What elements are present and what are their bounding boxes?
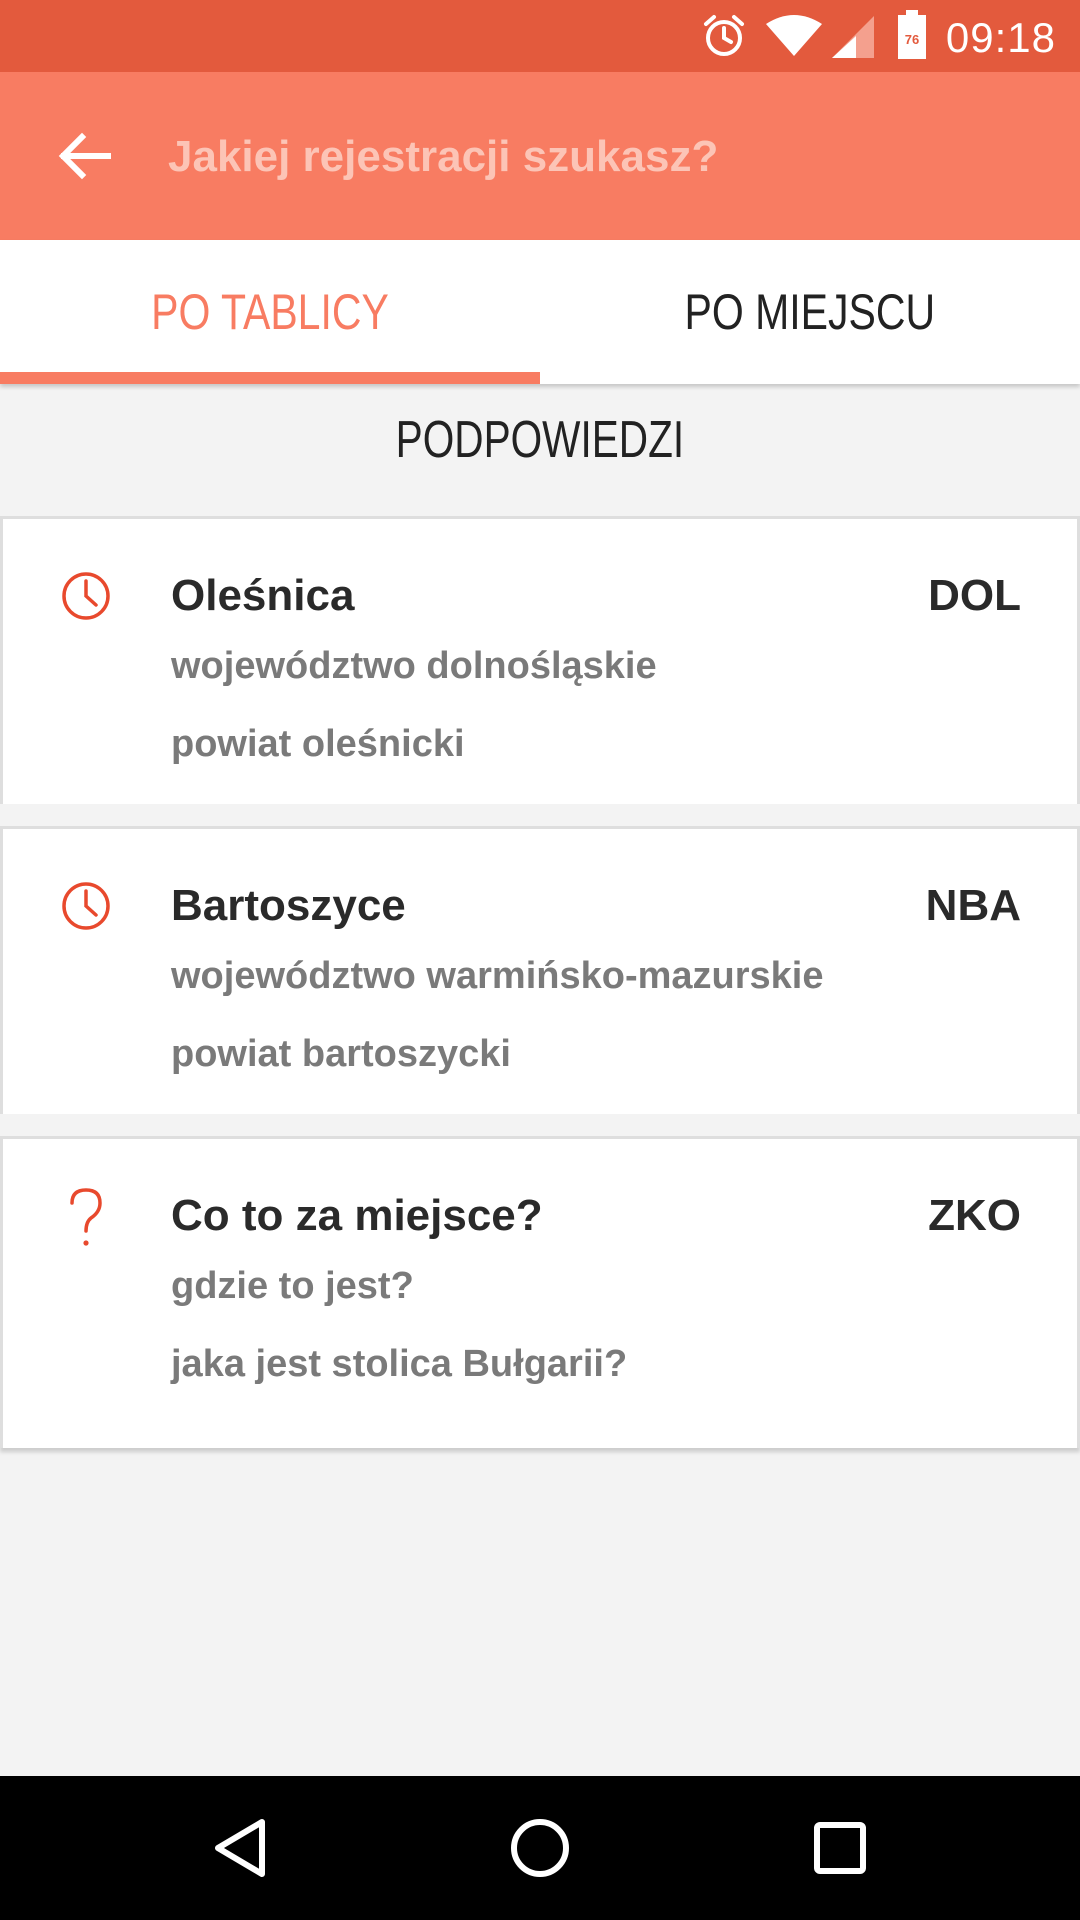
recents-square-icon [814,1822,866,1874]
suggestion-title: Bartoszyce [171,881,406,930]
back-button[interactable] [40,116,130,196]
suggestion-title: Oleśnica [171,571,355,620]
nav-recents-button[interactable] [800,1808,880,1888]
suggestion-code: DOL [928,571,1021,620]
tab-po-miejscu[interactable]: PO MIEJSCU [540,240,1080,384]
suggestion-item[interactable]: Oleśnica DOL województwo dolnośląskie po… [0,516,1080,804]
tab-label: PO MIEJSCU [684,284,936,340]
suggestion-district: powiat bartoszycki [171,1033,511,1075]
nav-home-button[interactable] [500,1808,580,1888]
wifi-icon [766,15,822,56]
suggestion-item[interactable]: Bartoszyce NBA województwo warmińsko-maz… [0,826,1080,1114]
clock-icon [62,572,110,620]
arrow-left-icon [58,132,111,180]
section-header: PODPOWIEDZI [0,410,1080,490]
tab-label: PO TABLICY [151,284,389,340]
suggestion-code: NBA [925,881,1021,930]
app-bar [0,72,1080,240]
signal-icon [832,16,874,58]
suggestion-district: powiat oleśnicki [171,723,465,765]
tab-po-tablicy[interactable]: PO TABLICY [0,240,540,384]
tab-bar: PO TABLICY PO MIEJSCU [0,240,1080,384]
search-input[interactable] [168,122,1028,192]
back-triangle-icon [215,1819,265,1877]
clock-time: 09:18 [945,14,1056,61]
active-tab-indicator [0,372,540,384]
battery-icon: 76 [898,10,926,59]
status-bar: 76 09:18 [0,0,1080,72]
screen: 76 09:18 PO TABLICY PO MIEJSCU PODPOWIED… [0,0,1080,1920]
suggestion-region: województwo dolnośląskie [171,645,657,687]
clock-icon [62,882,110,930]
suggestion-line: gdzie to jest? [171,1265,414,1307]
suggestion-item[interactable]: Co to za miejsce? ZKO gdzie to jest? jak… [0,1136,1080,1448]
nav-back-button[interactable] [200,1808,280,1888]
question-icon [70,1188,102,1246]
battery-level: 76 [905,32,919,47]
home-circle-icon [511,1819,569,1877]
alarm-icon [704,15,744,56]
section-header-label: PODPOWIEDZI [395,411,685,469]
suggestion-region: województwo warmińsko-mazurskie [171,955,824,997]
navigation-bar [0,1776,1080,1920]
suggestion-code: ZKO [928,1191,1021,1240]
suggestion-title: Co to za miejsce? [171,1191,543,1240]
suggestion-line: jaka jest stolica Bułgarii? [171,1343,628,1385]
